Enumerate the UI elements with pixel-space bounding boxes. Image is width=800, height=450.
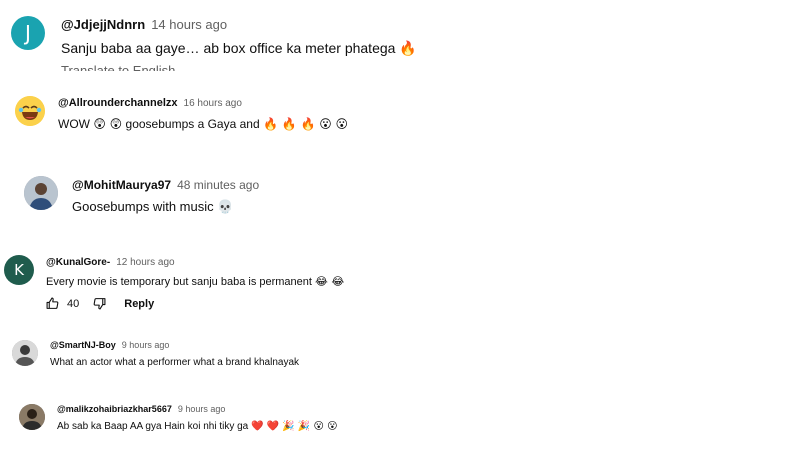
- user-photo-icon: [24, 176, 58, 210]
- comment-author[interactable]: @JdjejjNdnrn 14 hours ago: [61, 17, 227, 32]
- thumbs-down-icon[interactable]: [93, 297, 106, 310]
- fire-emoji-icon: 🔥: [399, 41, 417, 57]
- comment-time[interactable]: 14 hours ago: [151, 17, 227, 32]
- user-photo-icon: [12, 340, 38, 366]
- comment-text: What an actor what a performer what a br…: [50, 357, 300, 368]
- avatar[interactable]: J: [11, 16, 45, 50]
- comment-text: Every movie is temporary but sanju baba …: [46, 275, 345, 288]
- fire-emoji-icon: 🔥 🔥 🔥 😮 😮: [262, 117, 349, 131]
- translate-link[interactable]: Translate to English: [61, 63, 175, 71]
- avatar[interactable]: [24, 176, 58, 210]
- thumbs-up-icon[interactable]: [46, 297, 59, 310]
- comment-actions: 40 Reply: [46, 297, 154, 310]
- comment-time[interactable]: 9 hours ago: [122, 340, 170, 350]
- heart-party-emoji-icon: ❤️ ❤️ 🎉 🎉 😮 😮: [251, 421, 338, 432]
- comment-time[interactable]: 48 minutes ago: [177, 178, 259, 192]
- comment-time[interactable]: 9 hours ago: [178, 404, 226, 414]
- astonished-emoji-icon: 😲 😲: [93, 117, 123, 131]
- comment-author[interactable]: @KunalGore- 12 hours ago: [46, 257, 175, 268]
- comment-text: WOW 😲 😲 goosebumps a Gaya and 🔥 🔥 🔥 😮 😮: [58, 117, 349, 131]
- avatar[interactable]: [19, 404, 45, 430]
- laughing-emoji-icon: [15, 96, 45, 126]
- avatar[interactable]: [15, 96, 45, 126]
- comment-author[interactable]: @malikzohaibriazkhar5667 9 hours ago: [57, 404, 225, 414]
- laughing-tears-emoji-icon: 😂 😂: [315, 275, 345, 288]
- comment-author[interactable]: @MohitMaurya97 48 minutes ago: [72, 178, 259, 192]
- comment-text: Sanju baba aa gaye… ab box office ka met…: [61, 40, 417, 57]
- reply-button[interactable]: Reply: [124, 298, 154, 310]
- comment-text: Ab sab ka Baap AA gya Hain koi nhi tiky …: [57, 421, 338, 432]
- user-photo-icon: [19, 404, 45, 430]
- avatar[interactable]: K: [4, 255, 34, 285]
- comment-author[interactable]: @Allrounderchannelzx 16 hours ago: [58, 97, 242, 109]
- like-count: 40: [67, 297, 80, 310]
- comment-author[interactable]: @SmartNJ-Boy 9 hours ago: [50, 340, 169, 350]
- comment-time[interactable]: 12 hours ago: [116, 257, 174, 268]
- avatar[interactable]: [12, 340, 38, 366]
- skull-emoji-icon: 💀: [217, 200, 234, 215]
- comment-time[interactable]: 16 hours ago: [184, 98, 242, 109]
- comment-text: Goosebumps with music 💀: [72, 199, 234, 215]
